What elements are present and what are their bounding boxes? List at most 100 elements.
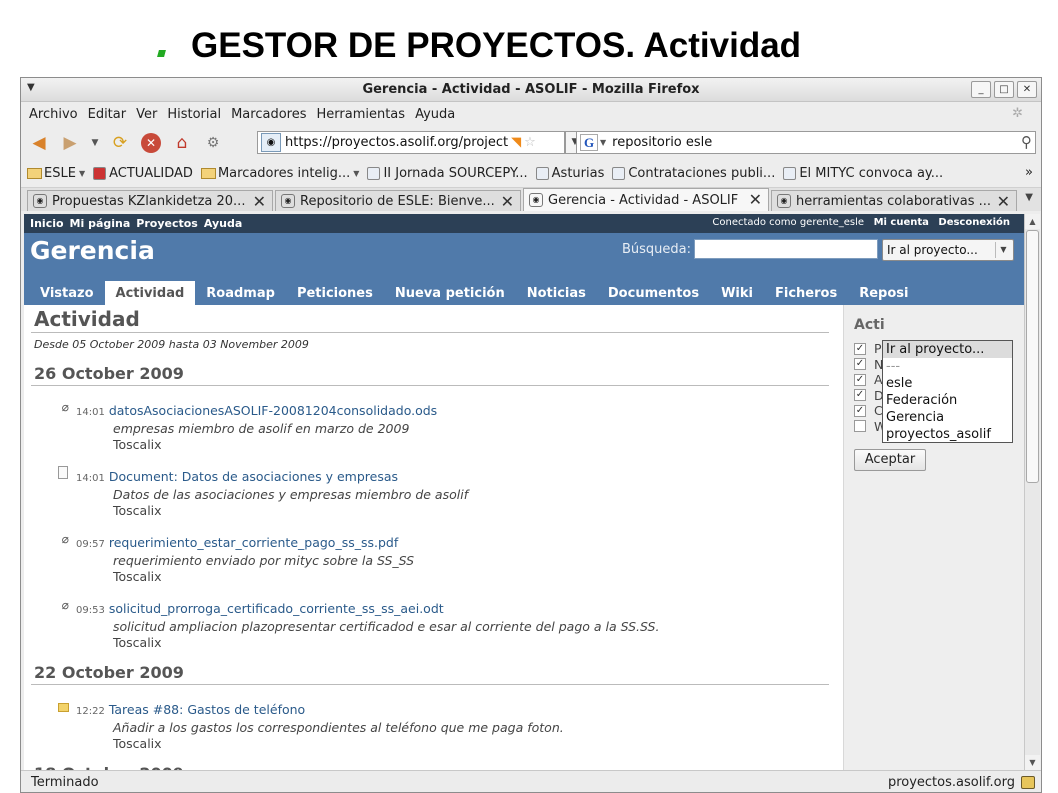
topmenu-my-page[interactable]: Mi página [70,217,131,230]
browser-tab[interactable]: ◉ Gerencia - Actividad - ASOLIF ✕ [523,188,769,211]
project-option[interactable]: Ir al proyecto... [883,341,1012,358]
close-tab-icon[interactable]: ✕ [253,192,266,211]
close-tab-icon[interactable]: ✕ [749,190,762,209]
tab-list-icon[interactable]: ▼ [1025,192,1033,203]
tab-nueva-petición[interactable]: Nueva petición [384,281,516,305]
site-identity-icon[interactable]: ◉ [261,133,281,152]
scroll-up-icon[interactable]: ▲ [1025,214,1040,229]
url-text[interactable]: https://proyectos.asolif.org/project [285,135,508,150]
event-author[interactable]: Toscalix [113,437,842,452]
project-option[interactable]: proyectos_asolif [883,426,1012,443]
close-tab-icon[interactable]: ✕ [501,192,514,211]
topmenu-projects[interactable]: Proyectos [136,217,198,230]
search-input[interactable]: repositorio esle [612,135,712,150]
checkbox[interactable]: ✓ [854,342,866,355]
project-title: Gerencia [30,236,155,265]
lock-icon[interactable] [1021,776,1035,789]
tab-actividad[interactable]: Actividad [104,281,196,305]
page-title: Actividad [31,307,829,333]
my-account-link[interactable]: Mi cuenta [874,217,929,228]
project-dropdown-list[interactable]: Ir al proyecto... --- esle Federación Gerenc… [882,340,1013,443]
reload-icon[interactable]: ⟳ [108,131,132,155]
menu-archivo[interactable]: Archivo [29,107,78,122]
engine-dropdown-icon[interactable]: ▼ [600,138,606,147]
event-link[interactable]: requerimiento_estar_corriente_pago_ss_ss… [109,535,398,550]
checkbox[interactable] [854,420,866,433]
bookmark-item[interactable]: ESLE ▼ [27,166,85,181]
tab-wiki[interactable]: Wiki [710,281,764,305]
project-select[interactable]: Ir al proyecto... ▼ [882,239,1014,261]
extension-icon[interactable]: ⚙ [201,131,225,155]
bookmark-item[interactable]: Asturias [535,166,604,181]
vertical-scrollbar[interactable]: ▲ ▼ [1024,214,1040,770]
scroll-down-icon[interactable]: ▼ [1025,755,1040,770]
browser-tab[interactable]: ◉ Propuestas KZlankidetza 20... ✕ [27,190,273,211]
bookmark-item[interactable]: ACTUALIDAD [93,166,193,181]
project-option[interactable]: Federación [883,392,1012,409]
browser-tab[interactable]: ◉ herramientas colaborativas ... ✕ [771,190,1017,211]
search-magnifier-icon[interactable]: ⚲ [1021,133,1032,151]
tab-peticiones[interactable]: Peticiones [286,281,384,305]
menu-historial[interactable]: Historial [167,107,221,122]
attachment-icon: ⌀ [61,400,69,414]
project-search-input[interactable] [694,239,878,259]
url-bar[interactable]: ◉ https://proyectos.asolif.org/project ◥… [257,131,565,154]
tab-noticias[interactable]: Noticias [516,281,597,305]
bookmark-item[interactable]: II Jornada SOURCEPY... [367,166,528,181]
filter-label: P [874,341,882,357]
checkbox[interactable]: ✓ [854,389,866,402]
event-time: 14:01 [76,407,105,418]
menu-marcadores[interactable]: Marcadores [231,107,306,122]
checkbox[interactable]: ✓ [854,358,866,371]
tab-ficheros[interactable]: Ficheros [764,281,848,305]
close-tab-icon[interactable]: ✕ [997,192,1010,211]
event-link[interactable]: Document: Datos de asociaciones y empres… [109,469,398,484]
event-author[interactable]: Toscalix [113,635,842,650]
stop-icon[interactable]: ✕ [139,131,163,155]
folder-icon [200,168,216,179]
close-window-button[interactable]: ✕ [1017,81,1037,98]
apply-filter-button[interactable]: Aceptar [854,449,926,471]
bookmarks-overflow-icon[interactable]: » [1025,165,1033,180]
tab-roadmap[interactable]: Roadmap [195,281,286,305]
logout-link[interactable]: Desconexión [938,217,1010,228]
activity-event: ⌀ 14:01 datosAsociacionesASOLIF-20081204co… [31,400,842,452]
event-link[interactable]: solicitud_prorroga_certificado_corriente… [109,601,444,616]
history-dropdown-icon[interactable]: ▼ [89,131,101,155]
minimize-button[interactable]: _ [971,81,991,98]
project-option[interactable]: esle [883,375,1012,392]
menu-ver[interactable]: Ver [136,107,157,122]
menu-editar[interactable]: Editar [88,107,127,122]
menu-ayuda[interactable]: Ayuda [415,107,455,122]
tab-documentos[interactable]: Documentos [597,281,710,305]
search-bar[interactable]: G ▼ repositorio esle ⚲ [576,131,1036,154]
back-arrow-icon[interactable]: ◀ [27,131,51,155]
rss-feed-icon[interactable]: ◥ [511,135,521,150]
event-link[interactable]: datosAsociacionesASOLIF-20081204consolid… [109,403,437,418]
menu-herramientas[interactable]: Herramientas [317,107,406,122]
topmenu-home[interactable]: Inicio [30,217,64,230]
chevron-down-icon[interactable]: ▼ [995,242,1011,258]
topmenu-help[interactable]: Ayuda [204,217,242,230]
bookmark-item[interactable]: Contrataciones publi... [612,166,775,181]
checkbox[interactable]: ✓ [854,373,866,386]
bookmark-item[interactable]: El MITYC convoca ay... [783,166,943,181]
maximize-button[interactable]: □ [994,81,1014,98]
forward-arrow-icon[interactable]: ▶ [58,131,82,155]
event-author[interactable]: Toscalix [113,503,842,518]
home-icon[interactable]: ⌂ [170,131,194,155]
bookmark-star-icon[interactable]: ☆ [524,135,536,150]
tab-reposi[interactable]: Reposi [848,281,919,305]
event-link[interactable]: Tareas #88: Gastos de teléfono [109,702,305,717]
activity-event: ⌀ 09:57 requerimiento_estar_corriente_pago… [31,532,842,584]
event-author[interactable]: Toscalix [113,736,842,751]
project-option[interactable]: --- [883,358,1012,375]
event-author[interactable]: Toscalix [113,569,842,584]
browser-tab[interactable]: ◉ Repositorio de ESLE: Bienve... ✕ [275,190,521,211]
google-engine-icon[interactable]: G [580,134,598,151]
bookmark-item[interactable]: Marcadores intelig... ▼ [200,166,359,181]
tab-vistazo[interactable]: Vistazo [29,281,105,305]
scrollbar-thumb[interactable] [1026,230,1039,483]
checkbox[interactable]: ✓ [854,404,866,417]
project-option[interactable]: Gerencia [883,409,1012,426]
